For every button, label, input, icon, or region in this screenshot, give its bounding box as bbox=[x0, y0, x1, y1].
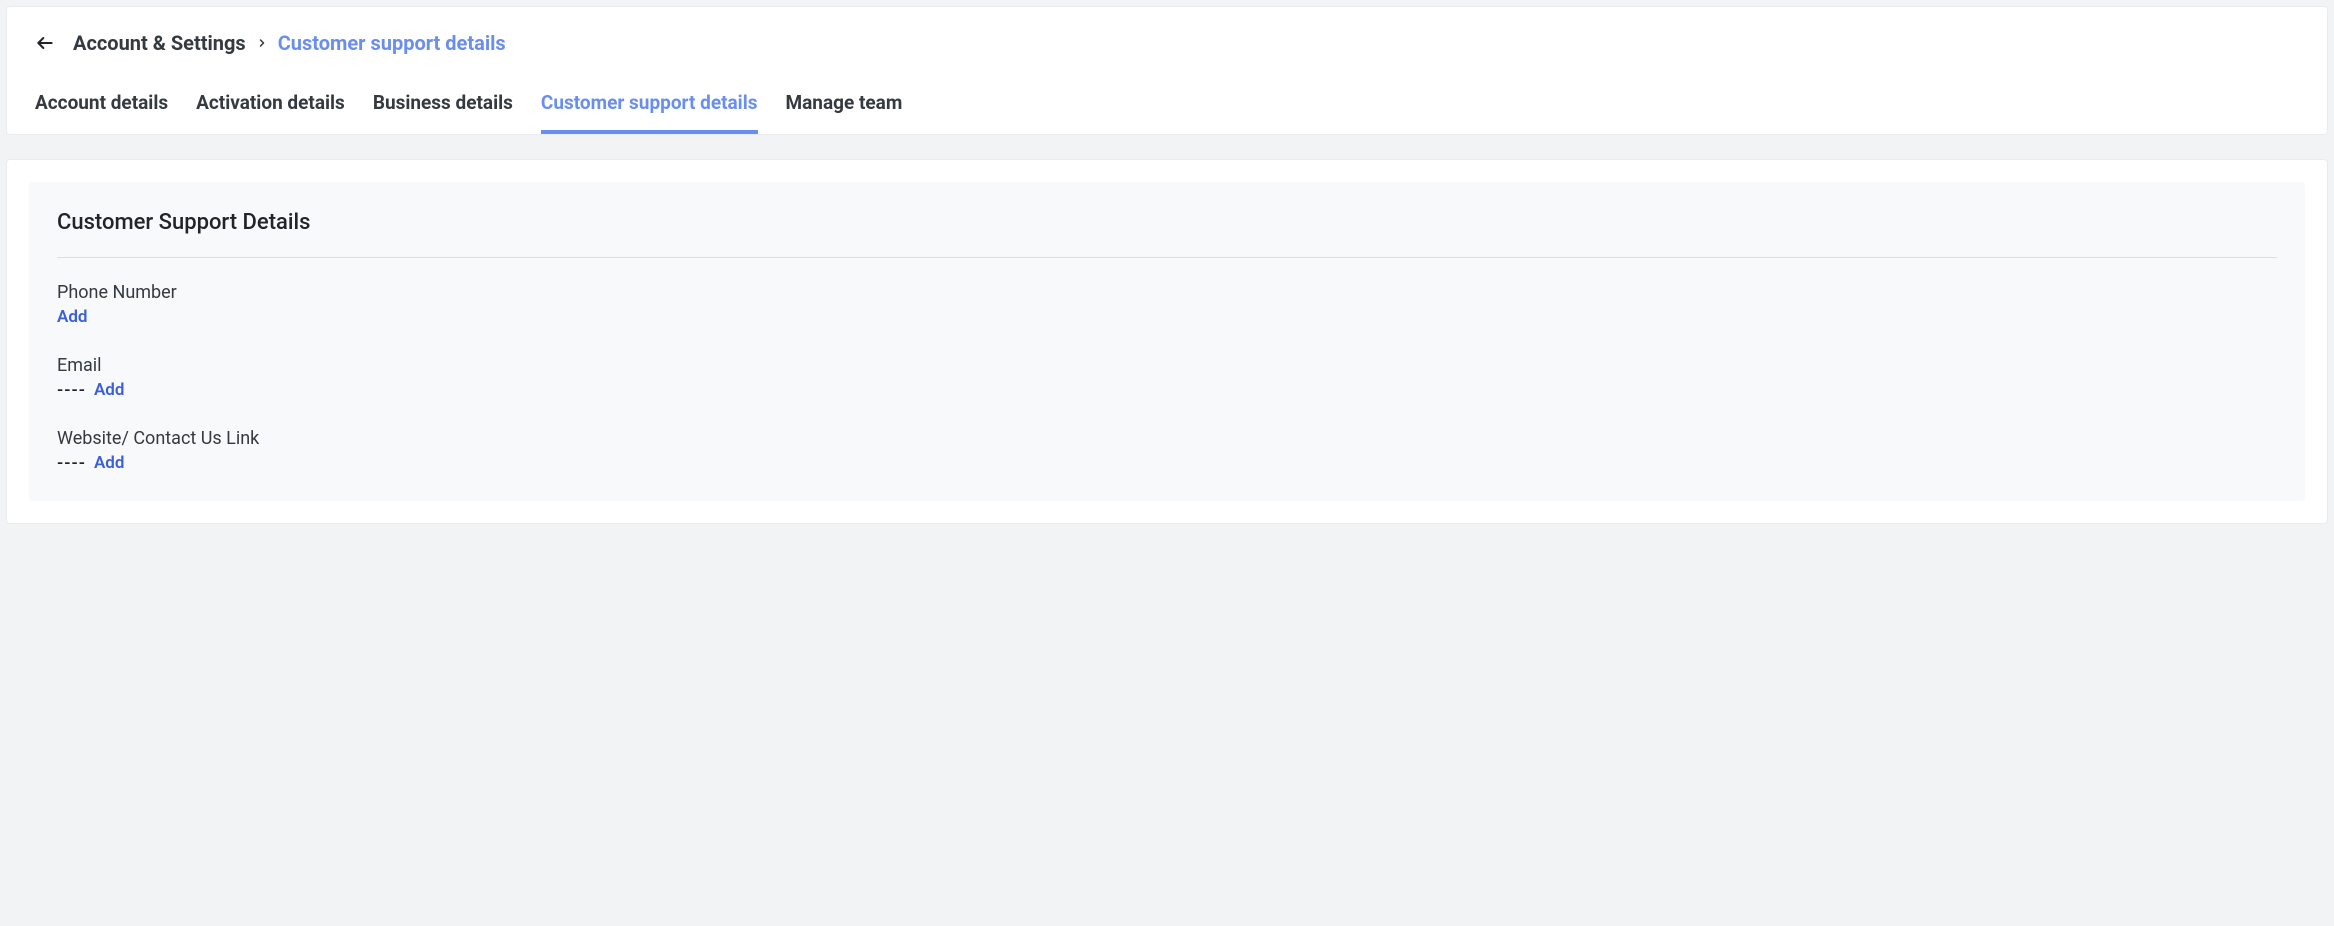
field-website: Website/ Contact Us Link ---- Add bbox=[57, 428, 2277, 473]
field-label-email: Email bbox=[57, 355, 2277, 376]
content-card: Customer Support Details Phone Number Ad… bbox=[6, 159, 2328, 524]
breadcrumb: Account & Settings Customer support deta… bbox=[73, 31, 506, 55]
field-label-website: Website/ Contact Us Link bbox=[57, 428, 2277, 449]
details-panel: Customer Support Details Phone Number Ad… bbox=[29, 182, 2305, 501]
tab-activation-details[interactable]: Activation details bbox=[196, 83, 345, 134]
breadcrumb-current: Customer support details bbox=[278, 31, 506, 55]
field-value-line: ---- Add bbox=[57, 380, 2277, 400]
field-placeholder-website: ---- bbox=[57, 453, 86, 473]
field-label-phone: Phone Number bbox=[57, 282, 2277, 303]
field-value-line: ---- Add bbox=[57, 453, 2277, 473]
panel-title: Customer Support Details bbox=[57, 210, 2277, 258]
tab-business-details[interactable]: Business details bbox=[373, 83, 513, 134]
tab-manage-team[interactable]: Manage team bbox=[786, 83, 903, 134]
breadcrumb-parent[interactable]: Account & Settings bbox=[73, 31, 246, 55]
tab-account-details[interactable]: Account details bbox=[35, 83, 168, 134]
chevron-right-icon bbox=[256, 34, 268, 53]
back-arrow-icon[interactable] bbox=[35, 33, 55, 53]
breadcrumb-row: Account & Settings Customer support deta… bbox=[7, 31, 2327, 83]
add-email-link[interactable]: Add bbox=[94, 380, 125, 400]
add-phone-link[interactable]: Add bbox=[57, 307, 88, 327]
field-email: Email ---- Add bbox=[57, 355, 2277, 400]
field-placeholder-email: ---- bbox=[57, 380, 86, 400]
field-phone-number: Phone Number Add bbox=[57, 282, 2277, 327]
add-website-link[interactable]: Add bbox=[94, 453, 125, 473]
page-container: Account & Settings Customer support deta… bbox=[0, 0, 2334, 530]
header-card: Account & Settings Customer support deta… bbox=[6, 6, 2328, 135]
tab-customer-support-details[interactable]: Customer support details bbox=[541, 83, 758, 134]
field-value-line: Add bbox=[57, 307, 2277, 327]
tabs-row: Account details Activation details Busin… bbox=[7, 83, 2327, 134]
